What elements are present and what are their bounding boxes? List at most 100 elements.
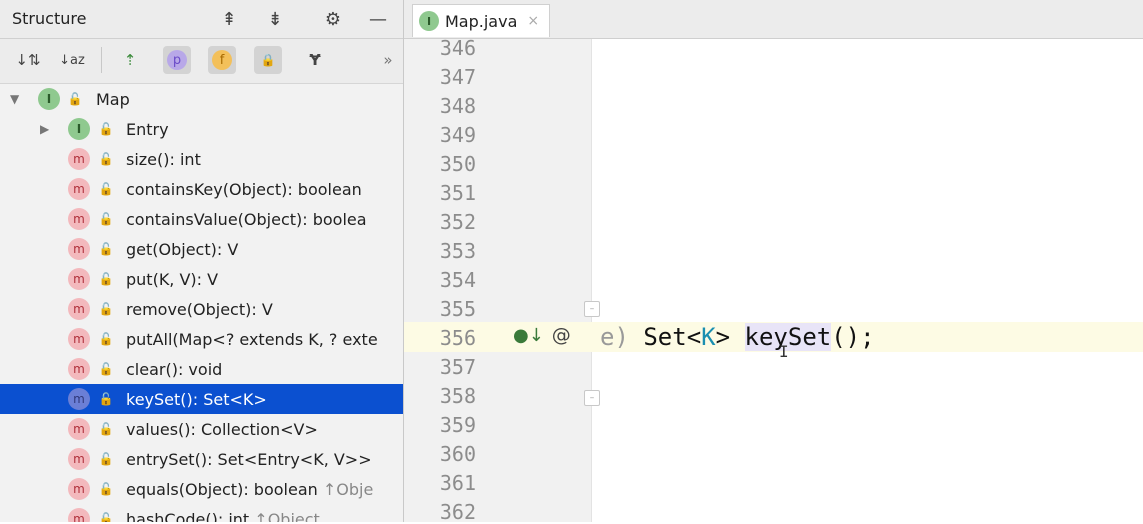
- fold-start-icon[interactable]: –: [584, 301, 600, 317]
- method-signature: hashCode(): int: [126, 509, 250, 523]
- code-rest: ();: [831, 323, 875, 351]
- tab-map-java[interactable]: I Map.java ×: [412, 4, 551, 37]
- tree-node-label: get(Object): V: [126, 239, 239, 259]
- fields-icon: f: [212, 50, 232, 70]
- tree-node-method[interactable]: m 🔓 entrySet(): Set<Entry<K, V>>: [0, 444, 403, 474]
- inherited-hint: ↑Object: [254, 509, 320, 523]
- tree-node-method-selected[interactable]: m 🔓 keySet(): Set<K>: [0, 384, 403, 414]
- tree-node-method[interactable]: m 🔓 get(Object): V: [0, 234, 403, 264]
- line-number: 346: [439, 36, 476, 60]
- tree-node-method[interactable]: m 🔓 containsKey(Object): boolean: [0, 174, 403, 204]
- code-set: Set<: [643, 323, 702, 351]
- code-editor[interactable]: [591, 39, 1143, 522]
- show-properties-button[interactable]: p: [163, 46, 191, 74]
- sort-alphabetically-icon: ↓az: [59, 52, 85, 68]
- tree-node-method[interactable]: m 🔓 size(): int: [0, 144, 403, 174]
- line-number: 362: [439, 500, 476, 524]
- gear-icon[interactable]: ⚙: [322, 8, 344, 30]
- code-prefix: e): [600, 323, 629, 351]
- tree-node-method[interactable]: m 🔓 put(K, V): V: [0, 264, 403, 294]
- show-lambdas-button[interactable]: Ɏ: [301, 46, 329, 74]
- line-number: 350: [439, 152, 476, 176]
- tree-node-label: hashCode(): int ↑Object: [126, 510, 320, 523]
- show-lambdas-icon: Ɏ: [309, 51, 321, 69]
- public-lock-icon: 🔓: [98, 512, 114, 522]
- show-inherited-button[interactable]: ⇡: [116, 46, 144, 74]
- method-icon: m: [68, 358, 90, 380]
- public-lock-icon: 🔓: [98, 122, 114, 136]
- tree-node-method[interactable]: m 🔓 equals(Object): boolean ↑Obje: [0, 474, 403, 504]
- show-non-public-button[interactable]: 🔒: [254, 46, 282, 74]
- minimize-icon[interactable]: —: [367, 8, 389, 30]
- method-icon: m: [68, 178, 90, 200]
- show-fields-button[interactable]: f: [208, 46, 236, 74]
- code-close: >: [715, 323, 745, 351]
- interface-file-icon: I: [419, 11, 439, 31]
- tree-node-map[interactable]: ▼ I 🔓 Map: [0, 84, 403, 114]
- editor-tab-bar: I Map.java ×: [404, 0, 1143, 39]
- tree-node-method[interactable]: m 🔓 putAll(Map<? extends K, ? exte: [0, 324, 403, 354]
- tree-node-method[interactable]: m 🔓 values(): Collection<V>: [0, 414, 403, 444]
- tree-node-label: Entry: [126, 119, 169, 139]
- gutter-marks: ●↓ @: [513, 324, 571, 346]
- method-signature: equals(Object): boolean: [126, 479, 318, 499]
- code-line-356[interactable]: e) Set< K > keySet ();: [600, 322, 875, 352]
- tree-node-label: put(K, V): V: [126, 269, 219, 289]
- tab-label: Map.java: [445, 11, 518, 31]
- tree-node-label: Map: [96, 89, 130, 109]
- sort-by-visibility-button[interactable]: ↓⇅: [14, 46, 42, 74]
- close-icon[interactable]: ×: [527, 13, 539, 29]
- lock-icon: 🔒: [260, 53, 276, 67]
- interface-icon: I: [68, 118, 90, 140]
- public-lock-icon: 🔓: [67, 92, 83, 106]
- method-icon: m: [68, 238, 90, 260]
- public-lock-icon: 🔓: [98, 302, 114, 316]
- line-number: 353: [439, 239, 476, 263]
- line-number: 348: [439, 94, 476, 118]
- sort-by-visibility-icon: ↓⇅: [15, 51, 41, 69]
- line-number: 349: [439, 123, 476, 147]
- implemented-method-icon[interactable]: ●↓: [513, 325, 544, 346]
- structure-tree: ▼ I 🔓 Map ▶ I 🔓 Entry m 🔓 size(): int m …: [0, 84, 403, 522]
- sort-alphabetically-button[interactable]: ↓az: [58, 46, 86, 74]
- line-number: 361: [439, 471, 476, 495]
- public-lock-icon: 🔓: [98, 152, 114, 166]
- tree-node-label: size(): int: [126, 149, 201, 169]
- public-lock-icon: 🔓: [98, 272, 114, 286]
- tree-node-method[interactable]: m 🔓 containsValue(Object): boolea: [0, 204, 403, 234]
- tree-node-entry[interactable]: ▶ I 🔓 Entry: [0, 114, 403, 144]
- method-icon: m: [68, 328, 90, 350]
- method-icon: m: [68, 148, 90, 170]
- line-number: 358: [439, 384, 476, 408]
- tree-node-label: containsKey(Object): boolean: [126, 179, 362, 199]
- expanded-arrow-icon[interactable]: ▼: [10, 92, 19, 106]
- tree-node-method[interactable]: m 🔓 hashCode(): int ↑Object: [0, 504, 403, 522]
- inherited-hint: ↑Obje: [322, 479, 374, 499]
- line-number: 352: [439, 210, 476, 234]
- public-lock-icon: 🔓: [98, 392, 114, 406]
- line-number-current: 356: [439, 326, 476, 350]
- collapsed-arrow-icon[interactable]: ▶: [40, 122, 49, 136]
- tree-node-label: containsValue(Object): boolea: [126, 209, 367, 229]
- expand-all-icon[interactable]: ⇞: [218, 8, 240, 30]
- structure-panel: Structure ⇞ ⇟ ⚙ — ↓⇅ ↓az ⇡ p f 🔒 Ɏ » ▼ I…: [0, 0, 404, 522]
- collapse-all-icon[interactable]: ⇟: [264, 8, 286, 30]
- tree-node-method[interactable]: m 🔓 remove(Object): V: [0, 294, 403, 324]
- method-icon: m: [68, 478, 90, 500]
- public-lock-icon: 🔓: [98, 242, 114, 256]
- line-number: 347: [439, 65, 476, 89]
- tree-node-method[interactable]: m 🔓 clear(): void: [0, 354, 403, 384]
- structure-header: Structure ⇞ ⇟ ⚙ —: [0, 0, 403, 39]
- tree-node-label: equals(Object): boolean ↑Obje: [126, 480, 373, 499]
- fold-end-icon[interactable]: –: [584, 390, 600, 406]
- line-number: 360: [439, 442, 476, 466]
- more-button[interactable]: »: [374, 46, 402, 74]
- annotation-icon[interactable]: @: [552, 324, 571, 346]
- public-lock-icon: 🔓: [98, 482, 114, 496]
- properties-icon: p: [167, 50, 187, 70]
- line-number: 357: [439, 355, 476, 379]
- method-icon: m: [68, 508, 90, 522]
- method-icon: m: [68, 388, 90, 410]
- tree-node-label: keySet(): Set<K>: [126, 389, 267, 409]
